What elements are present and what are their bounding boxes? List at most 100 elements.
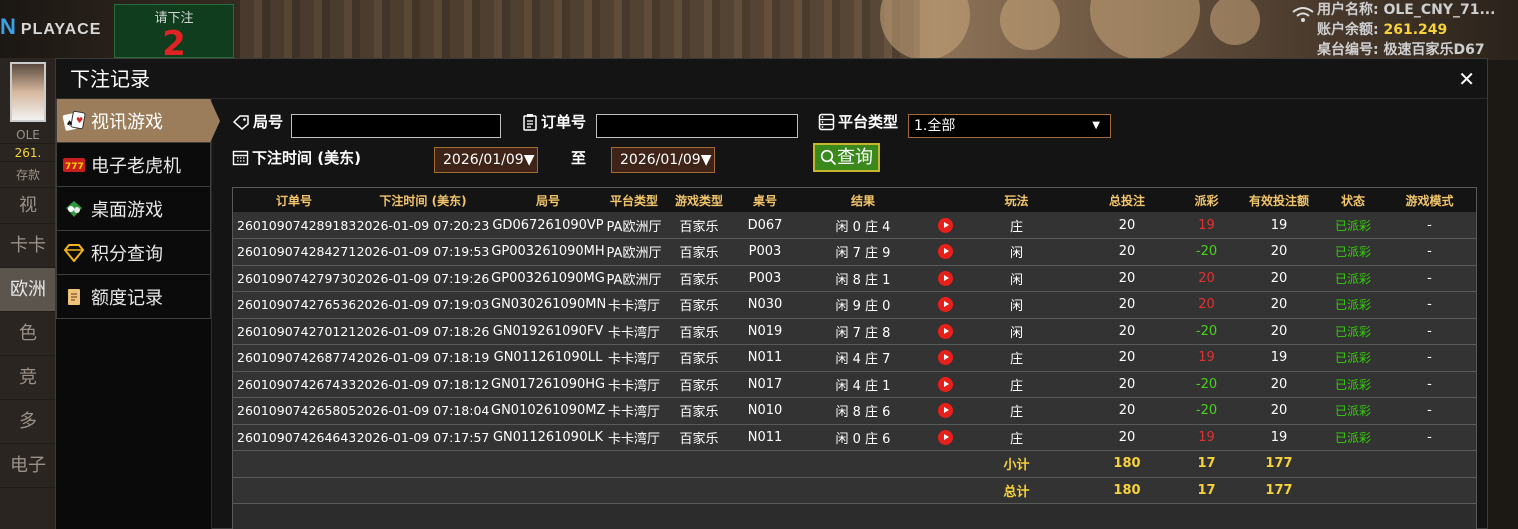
background-curtain — [240, 0, 920, 60]
summary-cell — [931, 450, 959, 478]
table-cell: 20 — [1233, 291, 1325, 319]
play-replay-icon[interactable] — [937, 376, 953, 392]
play-replay-icon[interactable] — [937, 429, 953, 445]
play-replay-icon[interactable] — [937, 217, 953, 233]
round-input[interactable] — [291, 114, 501, 138]
table-cell: -20 — [1180, 371, 1233, 398]
summary-cell — [663, 450, 735, 478]
play-replay-icon[interactable] — [937, 297, 953, 313]
table-cell: 20 — [1180, 265, 1233, 292]
table-cell: 20 — [1074, 318, 1180, 345]
replay-icon-cell[interactable] — [931, 291, 959, 319]
table-cell: 闲 — [959, 265, 1074, 292]
records-content: 局号 订单号 平台类型 1.全部 ▼ 下注时间 (美东) 2026/01/09▼ … — [232, 99, 1477, 529]
table-cell: - — [1381, 265, 1476, 292]
table-row: 260109074265805 2026-01-09 07:18:04 GN0102… — [233, 397, 1476, 425]
to-label: 至 — [571, 149, 587, 167]
sidebar-item-table-games[interactable]: 桌面游戏 — [56, 187, 211, 231]
play-replay-icon[interactable] — [937, 323, 953, 339]
table-cell: GN030261090MN — [491, 291, 605, 319]
table-cell: 闲 7 庄 8 — [795, 318, 931, 345]
table-cell: GP003261090MG — [491, 265, 605, 292]
sidebar-item-label: 桌面游戏 — [91, 199, 163, 221]
replay-icon-cell[interactable] — [931, 397, 959, 425]
replay-icon-cell[interactable] — [931, 344, 959, 372]
date-from-picker[interactable]: 2026/01/09▼ — [434, 147, 538, 173]
column-header: 结果 — [795, 188, 931, 212]
table-cell: 20 — [1233, 318, 1325, 345]
diamond-icon — [61, 242, 87, 264]
play-replay-icon[interactable] — [937, 244, 953, 260]
table-cell: - — [1381, 238, 1476, 266]
sidebar-item-live-games[interactable]: ♥ ♠ 视讯游戏 — [56, 99, 220, 143]
user-info-panel: 用户名称: OLE_CNY_71... 账户余额: 261.249 桌台编号: … — [1317, 0, 1512, 60]
svg-text:777: 777 — [65, 162, 84, 172]
table-cell: 260109074276536 — [233, 291, 355, 319]
table-cell: 260109074284271 — [233, 238, 355, 266]
summary-cell — [233, 477, 355, 504]
table-cell: 20 — [1074, 238, 1180, 266]
table-cell: 已派彩 — [1325, 265, 1381, 292]
replay-icon-cell[interactable] — [931, 212, 959, 239]
summary-cell — [355, 477, 491, 504]
column-header: 有效投注额 — [1233, 188, 1325, 212]
replay-icon-cell[interactable] — [931, 318, 959, 345]
table-cell: 卡卡湾厅 — [605, 291, 663, 319]
replay-icon-cell[interactable] — [931, 238, 959, 266]
play-replay-icon[interactable] — [937, 350, 953, 366]
server-icon — [818, 113, 835, 130]
summary-cell: 小计 — [959, 450, 1074, 478]
table-cell: 20 — [1074, 371, 1180, 398]
table-cell: GN011261090LL — [491, 344, 605, 372]
left-nav-item: 存款 — [0, 162, 56, 188]
table-cell: 2026-01-09 07:20:23 — [355, 212, 491, 239]
table-cell: GD067261090VP — [491, 212, 605, 239]
sidebar-item-credit-records[interactable]: 额度记录 — [56, 275, 211, 319]
table-cell: 已派彩 — [1325, 318, 1381, 345]
replay-icon-cell[interactable] — [931, 265, 959, 292]
sidebar-item-label: 电子老虎机 — [91, 155, 181, 177]
table-cell: 260109074267433 — [233, 371, 355, 398]
table-cell: 20 — [1233, 265, 1325, 292]
table-row: 260109074268774 2026-01-09 07:18:19 GN0112… — [233, 344, 1476, 372]
summary-cell — [735, 477, 795, 504]
table-cell: 闲 8 庄 6 — [795, 397, 931, 425]
table-cell: 2026-01-09 07:18:04 — [355, 397, 491, 425]
table-cell: 闲 4 庄 7 — [795, 344, 931, 372]
table-cell: 百家乐 — [663, 238, 735, 266]
sidebar-item-label: 额度记录 — [91, 287, 163, 309]
wifi-icon — [1292, 6, 1314, 28]
play-replay-icon[interactable] — [937, 403, 953, 419]
table-cell: 已派彩 — [1325, 424, 1381, 451]
table-cell: 庄 — [959, 212, 1074, 239]
table-cell: N011 — [735, 344, 795, 372]
order-input[interactable] — [596, 114, 798, 138]
date-to-picker[interactable]: 2026/01/09▼ — [611, 147, 715, 173]
summary-cell: 180 — [1074, 450, 1180, 478]
table-cell: - — [1381, 424, 1476, 451]
replay-icon-cell[interactable] — [931, 424, 959, 451]
table-cell: 卡卡湾厅 — [605, 424, 663, 451]
sidebar-item-label: 积分查询 — [91, 243, 163, 265]
table-cell: 百家乐 — [663, 397, 735, 425]
left-nav-item: OLE — [0, 126, 56, 144]
table-row: 260109074267433 2026-01-09 07:18:12 GN0172… — [233, 371, 1476, 398]
summary-cell — [491, 477, 605, 504]
table-cell: 260109074268774 — [233, 344, 355, 372]
table-cell: - — [1381, 344, 1476, 372]
table-cell: 庄 — [959, 424, 1074, 451]
close-icon[interactable]: ✕ — [1458, 59, 1475, 99]
category-sidebar: ♥ ♠ 视讯游戏 777 电子老虎机 桌面游戏 积分查询 额度记录 — [56, 99, 220, 529]
poker-cards-icon: ♥ ♠ — [61, 110, 87, 132]
table-cell: 百家乐 — [663, 371, 735, 398]
table-cell: - — [1381, 291, 1476, 319]
replay-icon-cell[interactable] — [931, 371, 959, 398]
table-cell: 2026-01-09 07:18:19 — [355, 344, 491, 372]
sidebar-item-slots[interactable]: 777 电子老虎机 — [56, 143, 211, 187]
summary-cell — [491, 450, 605, 478]
play-replay-icon[interactable] — [937, 270, 953, 286]
query-button[interactable]: 查询 — [813, 143, 880, 172]
sidebar-item-points[interactable]: 积分查询 — [56, 231, 211, 275]
table-cell: 2026-01-09 07:19:03 — [355, 291, 491, 319]
platform-select[interactable]: 1.全部 ▼ — [908, 114, 1111, 138]
